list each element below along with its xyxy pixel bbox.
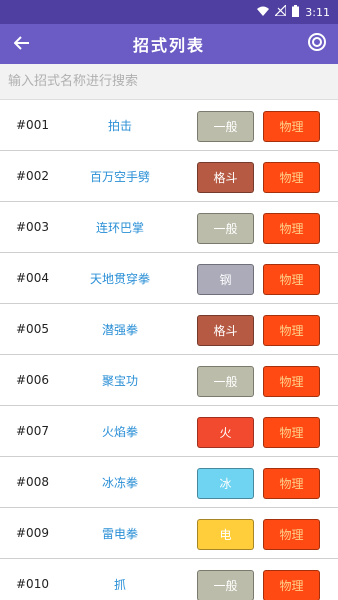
status-bar: 3:11 <box>0 0 338 24</box>
move-id: #010 <box>16 577 49 591</box>
category-badge[interactable]: 物理 <box>263 366 320 397</box>
move-id: #006 <box>16 373 49 387</box>
category-badge[interactable]: 物理 <box>263 570 320 600</box>
list-item[interactable]: #003 连环巴掌 一般 物理 <box>0 202 338 253</box>
move-id: #007 <box>16 424 49 438</box>
arrow-left-icon <box>13 35 30 54</box>
type-badge[interactable]: 冰 <box>197 468 254 499</box>
move-name: 百万空手劈 <box>89 169 150 184</box>
target-icon <box>307 32 327 56</box>
type-badge[interactable]: 格斗 <box>197 162 254 193</box>
list-item[interactable]: #002 百万空手劈 格斗 物理 <box>0 151 338 202</box>
signal-off-icon <box>273 3 287 19</box>
move-name: 聚宝功 <box>101 373 138 388</box>
move-name: 连环巴掌 <box>95 220 144 235</box>
target-button[interactable] <box>306 33 328 55</box>
category-badge[interactable]: 物理 <box>263 111 320 142</box>
back-button[interactable] <box>12 34 32 54</box>
status-time: 3:11 <box>305 5 330 19</box>
move-id: #004 <box>16 271 49 285</box>
list-item[interactable]: #005 潜强拳 格斗 物理 <box>0 304 338 355</box>
category-badge[interactable]: 物理 <box>263 468 320 499</box>
app-bar: 招式列表 <box>0 24 338 64</box>
move-list: #001 拍击 一般 物理 #002 百万空手劈 格斗 物理 #003 连环巴掌 一般 物理 #004 天… <box>0 100 338 600</box>
list-item[interactable]: #007 火焰拳 火物理 <box>0 406 338 457</box>
category-badge[interactable]: 物理 <box>263 519 320 550</box>
list-item[interactable]: #001 拍击 一般 物理 <box>0 100 338 151</box>
move-id: #005 <box>16 322 49 336</box>
page-title: 招式列表 <box>132 36 205 55</box>
type-badge[interactable]: 格斗 <box>197 315 254 346</box>
list-item[interactable]: #009 雷电拳 电物理 <box>0 508 338 559</box>
list-item[interactable]: #004 天地贯穿拳 钢物理 <box>0 253 338 304</box>
move-id: #002 <box>16 169 49 183</box>
search-input[interactable] <box>0 64 338 99</box>
type-badge[interactable]: 一般 <box>197 366 254 397</box>
list-item[interactable]: #006 聚宝功 一般 物理 <box>0 355 338 406</box>
move-id: #009 <box>16 526 49 540</box>
type-badge[interactable]: 火 <box>197 417 254 448</box>
type-badge[interactable]: 电 <box>197 519 254 550</box>
type-badge[interactable]: 一般 <box>197 570 254 600</box>
category-badge[interactable]: 物理 <box>263 315 320 346</box>
move-name: 天地贯穿拳 <box>89 271 150 286</box>
type-badge[interactable]: 一般 <box>197 213 254 244</box>
move-id: #008 <box>16 475 49 489</box>
move-name: 拍击 <box>107 118 132 133</box>
search-bar <box>0 64 338 100</box>
list-item[interactable]: #008 冰冻拳 冰物理 <box>0 457 338 508</box>
move-name: 火焰拳 <box>101 424 138 439</box>
move-id: #001 <box>16 118 49 132</box>
type-badge[interactable]: 钢 <box>197 264 254 295</box>
category-badge[interactable]: 物理 <box>263 417 320 448</box>
category-badge[interactable]: 物理 <box>263 162 320 193</box>
battery-icon <box>292 4 300 20</box>
move-name: 雷电拳 <box>101 526 138 541</box>
move-name: 潜强拳 <box>101 322 138 337</box>
wifi-icon <box>257 6 270 19</box>
category-badge[interactable]: 物理 <box>263 213 320 244</box>
move-name: 冰冻拳 <box>101 475 138 490</box>
category-badge[interactable]: 物理 <box>263 264 320 295</box>
list-item[interactable]: #010 抓 一般 物理 <box>0 559 338 600</box>
type-badge[interactable]: 一般 <box>197 111 254 142</box>
move-name: 抓 <box>113 577 126 592</box>
move-id: #003 <box>16 220 49 234</box>
